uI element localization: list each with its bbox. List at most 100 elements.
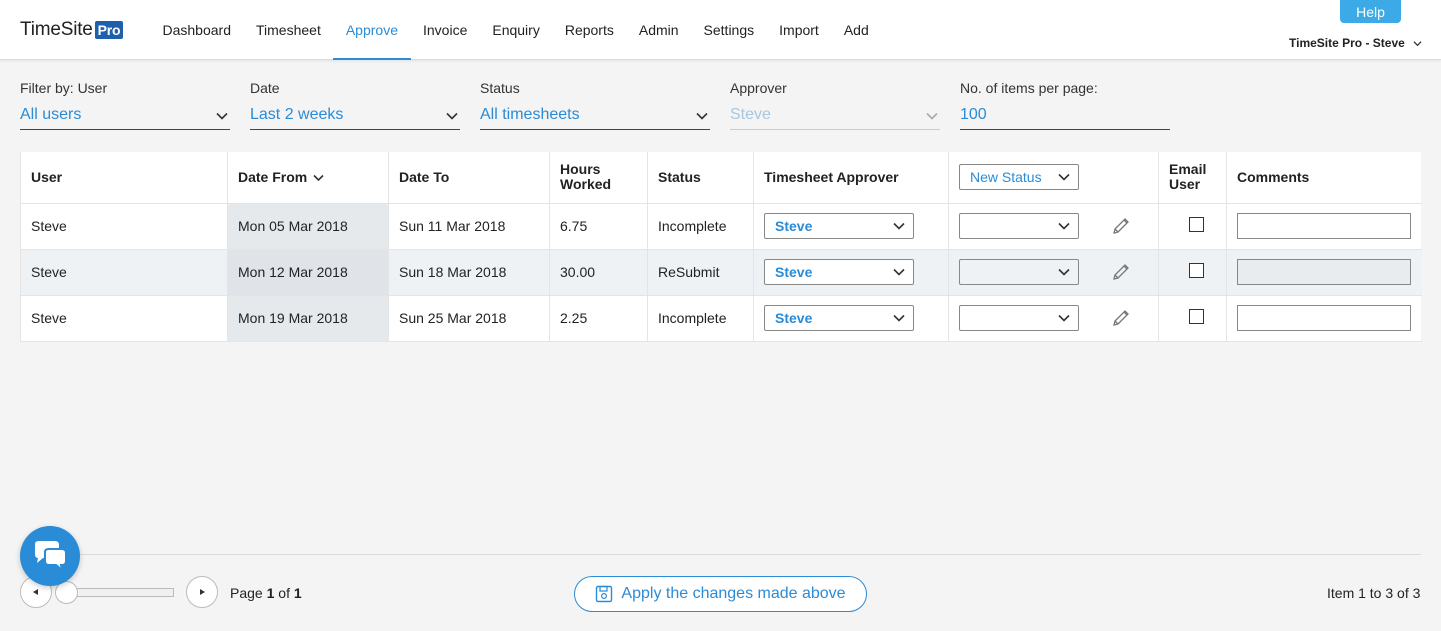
cell-approver: Steve	[753, 248, 949, 295]
chevron-down-icon	[696, 112, 708, 120]
comment-input[interactable]	[1237, 259, 1411, 285]
footer-divider	[20, 554, 1421, 555]
app-logo[interactable]: TimeSite Pro	[20, 19, 124, 41]
approver-select[interactable]: Steve	[764, 213, 914, 239]
approver-select-value: Steve	[775, 310, 813, 326]
page-slider-track[interactable]	[66, 588, 174, 597]
filter-date-select[interactable]: Last 2 weeks	[250, 106, 460, 130]
nav-admin[interactable]: Admin	[626, 0, 691, 60]
pencil-icon[interactable]	[1110, 215, 1132, 237]
cell-approver: Steve	[753, 202, 949, 249]
nav-reports[interactable]: Reports	[552, 0, 626, 60]
cell-date-to: Sun 18 Mar 2018	[388, 248, 550, 295]
page-info: Page 1 of 1	[230, 585, 302, 601]
cell-status: Incomplete	[647, 294, 754, 342]
logo-badge: Pro	[94, 21, 124, 39]
filter-user-value: All users	[20, 106, 82, 123]
filter-date-value: Last 2 weeks	[250, 106, 344, 123]
cell-email-user	[1158, 248, 1227, 295]
col-header-email-user: Email User	[1158, 152, 1227, 203]
col-header-user[interactable]: User	[20, 152, 228, 203]
nav-settings[interactable]: Settings	[691, 0, 767, 60]
col-header-new-status: New Status	[948, 152, 1159, 203]
sort-desc-icon	[313, 174, 324, 182]
user-menu-label: TimeSite Pro - Steve	[1289, 36, 1405, 50]
chat-button[interactable]	[20, 526, 80, 586]
filter-approver: Approver Steve	[730, 80, 940, 130]
approver-select-value: Steve	[775, 264, 813, 280]
next-page-button[interactable]	[186, 576, 218, 608]
cell-hours: 30.00	[549, 248, 648, 295]
cell-comments	[1226, 202, 1422, 249]
chevron-down-icon	[1058, 174, 1070, 181]
cell-date-from: Mon 05 Mar 2018	[227, 202, 389, 249]
new-status-select[interactable]: New Status	[959, 164, 1079, 191]
apply-changes-button[interactable]: Apply the changes made above	[574, 576, 867, 612]
nav-invoice[interactable]: Invoice	[411, 0, 480, 60]
filter-user: Filter by: User All users	[20, 80, 230, 130]
nav-add[interactable]: Add	[831, 0, 881, 60]
app-header: TimeSite Pro Dashboard Timesheet Approve…	[0, 0, 1441, 60]
filter-user-select[interactable]: All users	[20, 106, 230, 130]
col-header-email-line2: User	[1169, 176, 1201, 193]
new-status-row-select[interactable]	[959, 213, 1079, 239]
cell-new-status	[948, 202, 1159, 249]
cell-hours: 2.25	[549, 294, 648, 342]
nav-enquiry[interactable]: Enquiry	[480, 0, 552, 60]
col-header-date-from[interactable]: Date From	[227, 152, 389, 203]
cell-comments	[1226, 294, 1422, 342]
col-header-comments: Comments	[1237, 168, 1310, 185]
table-header-row: User Date From Date To Hours Worked Stat…	[20, 152, 1422, 203]
col-header-email-line1: Email	[1169, 161, 1207, 178]
col-header-date-to[interactable]: Date To	[388, 152, 550, 203]
table-row: Steve Mon 12 Mar 2018 Sun 18 Mar 2018 30…	[20, 248, 1422, 295]
nav-approve[interactable]: Approve	[333, 0, 411, 60]
col-header-date-from-label: Date From	[238, 168, 308, 185]
chevron-down-icon	[893, 268, 905, 276]
col-header-hours[interactable]: Hours Worked	[549, 152, 648, 203]
email-user-checkbox[interactable]	[1189, 262, 1204, 278]
caret-right-icon	[200, 589, 205, 595]
nav-dashboard[interactable]: Dashboard	[150, 0, 244, 60]
pencil-icon[interactable]	[1110, 307, 1132, 329]
filter-approver-select: Steve	[730, 106, 940, 130]
cell-new-status	[948, 294, 1159, 342]
filter-status-label: Status	[480, 80, 520, 96]
cell-date-from: Mon 12 Mar 2018	[227, 248, 389, 295]
main-nav: Dashboard Timesheet Approve Invoice Enqu…	[150, 0, 881, 60]
save-icon	[596, 585, 613, 603]
nav-import[interactable]: Import	[767, 0, 832, 60]
pencil-icon[interactable]	[1110, 261, 1132, 283]
filter-status-select[interactable]: All timesheets	[480, 106, 710, 130]
approver-select[interactable]: Steve	[764, 305, 914, 331]
col-header-hours-line1: Hours	[560, 161, 601, 178]
col-header-approver[interactable]: Timesheet Approver	[753, 152, 949, 203]
email-user-checkbox[interactable]	[1189, 216, 1204, 232]
new-status-row-select[interactable]	[959, 259, 1079, 285]
new-status-row-select[interactable]	[959, 305, 1079, 331]
comment-input[interactable]	[1237, 305, 1411, 331]
chevron-down-icon	[1058, 222, 1070, 230]
item-count: Item 1 to 3 of 3	[1327, 585, 1421, 601]
chevron-down-icon	[216, 112, 228, 120]
help-button[interactable]: Help	[1340, 0, 1401, 23]
approver-select[interactable]: Steve	[764, 259, 914, 285]
table-row: Steve Mon 19 Mar 2018 Sun 25 Mar 2018 2.…	[20, 294, 1422, 342]
new-status-label: New Status	[970, 169, 1042, 186]
user-menu[interactable]: TimeSite Pro - Steve	[1289, 36, 1422, 50]
cell-user: Steve	[20, 248, 228, 295]
cell-user: Steve	[20, 202, 228, 249]
comment-input[interactable]	[1237, 213, 1411, 239]
nav-timesheet[interactable]: Timesheet	[244, 0, 334, 60]
email-user-checkbox[interactable]	[1189, 308, 1204, 324]
cell-comments	[1226, 248, 1422, 295]
filter-approver-label: Approver	[730, 80, 787, 96]
col-header-status[interactable]: Status	[647, 152, 754, 203]
cell-email-user	[1158, 294, 1227, 342]
logo-text: TimeSite	[20, 19, 93, 40]
chevron-down-icon	[446, 112, 458, 120]
cell-email-user	[1158, 202, 1227, 249]
filter-status-value: All timesheets	[480, 106, 580, 123]
cell-status: ReSubmit	[647, 248, 754, 295]
per-page-input[interactable]: 100	[960, 106, 1170, 130]
